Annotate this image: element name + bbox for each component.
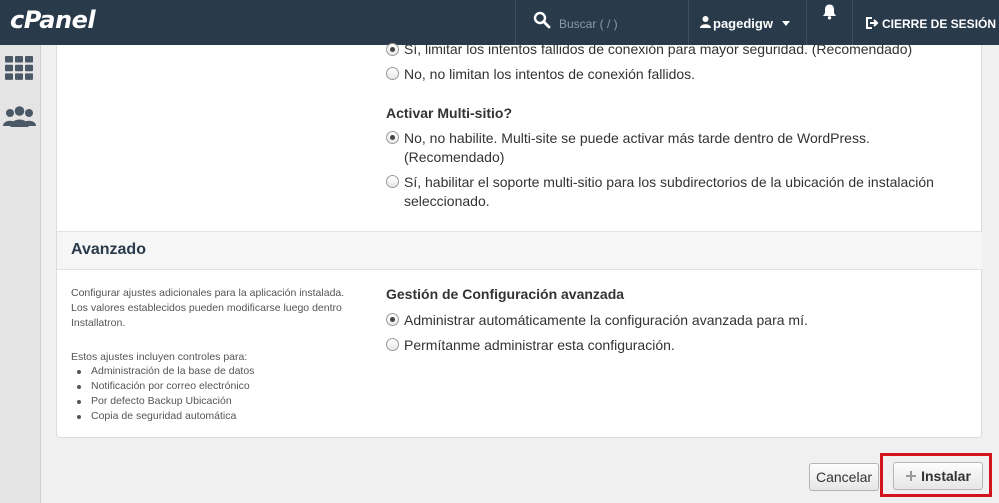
login-limit-no-radio[interactable] [386,67,399,80]
install-button[interactable]: Instalar [893,462,983,490]
login-limit-no-label[interactable]: No, no limitan los intentos de conexión … [404,65,695,84]
users-icon[interactable] [2,106,37,128]
advanced-section-header [57,231,982,270]
chevron-down-icon[interactable] [782,21,790,26]
list-item: Por defecto Backup Ubicación [77,394,254,409]
multisite-heading: Activar Multi-sitio? [386,105,513,121]
install-button-label: Instalar [921,468,971,484]
list-item: Copia de seguridad automática [77,409,254,424]
advanced-config-heading: Gestión de Configuración avanzada [386,286,625,302]
username-label[interactable]: pagedigw [713,16,773,31]
advanced-section-title: Avanzado [71,241,146,258]
multisite-no-label[interactable]: No, no habilite. Multi-site se puede act… [404,129,870,148]
multisite-yes-radio[interactable] [386,175,399,188]
bell-icon[interactable] [821,3,838,20]
config-auto-radio[interactable] [386,313,399,326]
login-limit-yes-label[interactable]: Sí, limitar los intentos fallidos de con… [404,40,912,59]
cpanel-logo[interactable]: cPanel [10,6,96,34]
login-limit-yes-radio[interactable] [386,43,399,56]
advanced-controls-intro: Estos ajustes incluyen controles para: [71,351,248,363]
config-auto-label[interactable]: Administrar automáticamente la configura… [404,311,808,330]
user-icon [700,16,711,28]
top-navigation-bar: cPanel Buscar ( / ) pagedigw CIERRE DE S… [0,0,999,45]
grid-icon[interactable] [5,56,33,80]
search-icon[interactable] [533,11,551,29]
multisite-no-label-note[interactable]: (Recomendado) [404,148,504,167]
list-item: Administración de la base de datos [77,364,254,379]
search-input[interactable]: Buscar ( / ) [559,17,618,31]
logout-icon[interactable] [866,17,879,29]
config-manual-radio[interactable] [386,338,399,351]
advanced-controls-list: Administración de la base de datos Notif… [77,364,254,424]
plus-icon [906,471,917,481]
cancel-button[interactable]: Cancelar [809,463,879,491]
advanced-description: Configurar ajustes adicionales para la a… [71,287,345,329]
multisite-yes-label-cont[interactable]: seleccionado. [404,192,490,211]
logout-label[interactable]: CIERRE DE SESIÓN [882,17,996,31]
multisite-yes-label[interactable]: Sí, habilitar el soporte multi-sitio par… [404,173,934,192]
list-item: Notificación por correo electrónico [77,379,254,394]
config-manual-label[interactable]: Permítanme administrar esta configuració… [404,336,675,355]
multisite-no-radio[interactable] [386,131,399,144]
